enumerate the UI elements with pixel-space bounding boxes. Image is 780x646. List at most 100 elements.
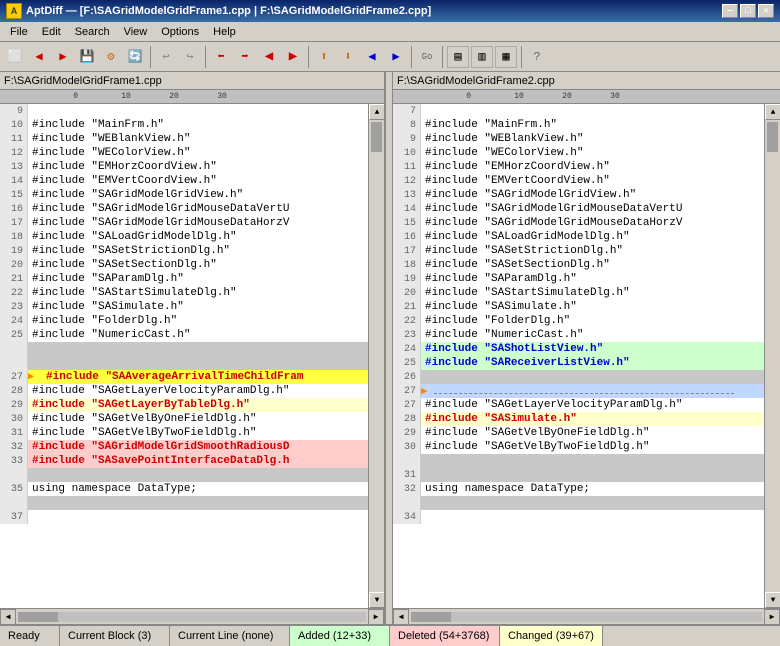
table-row: 23#include "SASimulate.h"	[0, 300, 368, 314]
table-row: 16#include "SALoadGridModelDlg.h"	[393, 230, 764, 244]
down-btn[interactable]: ⬇	[337, 46, 359, 68]
table-row: 29#include "SAGetLayerByTableDlg.h"	[0, 398, 368, 412]
left-vscroll[interactable]: ▲ ▼	[368, 104, 384, 608]
left-code-lines: 910#include "MainFrm.h"11#include "WEBla…	[0, 104, 368, 608]
status-line: Current Line (none)	[170, 626, 290, 646]
next-diff-btn[interactable]: ▶	[282, 46, 304, 68]
left-btn[interactable]: ◀	[361, 46, 383, 68]
compare-btn[interactable]: ⚙	[100, 46, 122, 68]
line-text: #include "SAGridModelGridMouseDataHorzV	[28, 217, 289, 229]
close-button[interactable]: ✕	[758, 4, 774, 18]
line-text: #include "SAReceiverListView.h"	[421, 357, 630, 369]
right-vscroll[interactable]: ▲ ▼	[764, 104, 780, 608]
left-ruler-content: 0 10 20 30	[0, 92, 227, 101]
menu-file[interactable]: File	[4, 25, 34, 39]
line-content: #include "SAGridModelGridMouseDataHorzV	[28, 217, 289, 229]
right-code-area[interactable]: 78#include "MainFrm.h"9#include "WEBlank…	[393, 104, 764, 608]
sep6	[521, 46, 522, 68]
line-number: 29	[0, 398, 28, 412]
line-number: 27	[393, 398, 421, 412]
undo-btn[interactable]: ↩	[155, 46, 177, 68]
table-row: 30#include "SAGetVelByOneFieldDlg.h"	[0, 412, 368, 426]
jump-btn[interactable]: Go	[416, 46, 438, 68]
minimize-button[interactable]: —	[722, 4, 738, 18]
left-hscroll-thumb[interactable]	[18, 612, 58, 622]
line-number: 26	[393, 370, 421, 384]
right-hscroll[interactable]: ◀ ▶	[393, 608, 780, 624]
table-row: 15#include "SAGridModelGridView.h"	[0, 188, 368, 202]
line-number: 11	[0, 132, 28, 146]
line-number: 37	[0, 510, 28, 524]
right-hscroll-thumb[interactable]	[411, 612, 451, 622]
right-code-wrapper: 78#include "MainFrm.h"9#include "WEBlank…	[393, 104, 780, 608]
right-scroll-thumb[interactable]	[767, 122, 778, 152]
line-text	[421, 511, 425, 523]
table-row: 14#include "EMVertCoordView.h"	[0, 174, 368, 188]
panel-splitter[interactable]	[385, 72, 393, 624]
left-scroll-thumb[interactable]	[371, 122, 382, 152]
table-row: 17#include "SASetStrictionDlg.h"	[393, 244, 764, 258]
menu-search[interactable]: Search	[69, 25, 116, 39]
line-number: 23	[0, 300, 28, 314]
table-row: 10#include "MainFrm.h"	[0, 118, 368, 132]
line-content: #include "SAGetVelByOneFieldDlg.h"	[28, 413, 256, 425]
save-btn[interactable]: 💾	[76, 46, 98, 68]
table-row: 32#include "SAGridModelGridSmoothRadious…	[0, 440, 368, 454]
left-scroll-left[interactable]: ◀	[0, 609, 16, 625]
next-file-btn[interactable]: ➡	[234, 46, 256, 68]
right-scroll-up[interactable]: ▲	[765, 104, 780, 120]
maximize-button[interactable]: □	[740, 4, 756, 18]
line-content: #include "SAGetVelByTwoFieldDlg.h"	[28, 427, 256, 439]
open-left-btn[interactable]: ◀	[28, 46, 50, 68]
line-content: #include "FolderDlg.h"	[421, 315, 570, 327]
table-row: 14#include "SAGridModelGridMouseDataVert…	[393, 202, 764, 216]
line-number: 25	[0, 328, 28, 342]
left-hscroll[interactable]: ◀ ▶	[0, 608, 384, 624]
line-text: #include "SASimulate.h"	[421, 413, 577, 425]
table-row	[0, 496, 368, 510]
left-code-area[interactable]: 910#include "MainFrm.h"11#include "WEBla…	[0, 104, 368, 608]
line-content: #include "SASetSectionDlg.h"	[421, 259, 610, 271]
line-text: #include "SALoadGridModelDlg.h"	[421, 231, 630, 243]
line-content: #include "SASetStrictionDlg.h"	[421, 245, 623, 257]
table-row: 24#include "SAShotListView.h"	[393, 342, 764, 356]
right-scroll-down[interactable]: ▼	[765, 592, 780, 608]
line-content: #include "WEColorView.h"	[421, 147, 583, 159]
view2-btn[interactable]: ▥	[471, 46, 493, 68]
table-row: 25#include "NumericCast.h"	[0, 328, 368, 342]
view1-btn[interactable]: ▤	[447, 46, 469, 68]
table-row: 18#include "SALoadGridModelDlg.h"	[0, 230, 368, 244]
line-text: #include "FolderDlg.h"	[421, 315, 570, 327]
view3-btn[interactable]: ▦	[495, 46, 517, 68]
new-btn[interactable]: ⬜	[4, 46, 26, 68]
right-scroll-left[interactable]: ◀	[393, 609, 409, 625]
up-btn[interactable]: ⬆	[313, 46, 335, 68]
menu-help[interactable]: Help	[207, 25, 242, 39]
refresh-btn[interactable]: 🔄	[124, 46, 146, 68]
line-text: #include "EMVertCoordView.h"	[28, 175, 217, 187]
line-number: 32	[0, 440, 28, 454]
line-text: #include "SAGetLayerVelocityParamDlg.h"	[421, 399, 682, 411]
left-scroll-up[interactable]: ▲	[369, 104, 384, 120]
line-content: #include "SAShotListView.h"	[421, 343, 603, 355]
right-hscroll-track[interactable]	[411, 612, 762, 622]
left-scroll-down[interactable]: ▼	[369, 592, 384, 608]
help-btn[interactable]: ?	[526, 46, 548, 68]
line-text: #include "WEColorView.h"	[421, 147, 583, 159]
right-btn[interactable]: ▶	[385, 46, 407, 68]
right-scroll-right[interactable]: ▶	[764, 609, 780, 625]
menu-edit[interactable]: Edit	[36, 25, 67, 39]
prev-file-btn[interactable]: ⬅	[210, 46, 232, 68]
line-number: 17	[393, 244, 421, 258]
menu-options[interactable]: Options	[155, 25, 205, 39]
left-scroll-right[interactable]: ▶	[368, 609, 384, 625]
redo-btn[interactable]: ↪	[179, 46, 201, 68]
menu-view[interactable]: View	[118, 25, 154, 39]
table-row	[0, 356, 368, 370]
prev-diff-btn[interactable]: ◀	[258, 46, 280, 68]
status-block: Current Block (3)	[60, 626, 170, 646]
table-row: 31#include "SAGetVelByTwoFieldDlg.h"	[0, 426, 368, 440]
open-right-btn[interactable]: ▶	[52, 46, 74, 68]
line-number: 20	[393, 286, 421, 300]
left-hscroll-track[interactable]	[18, 612, 366, 622]
